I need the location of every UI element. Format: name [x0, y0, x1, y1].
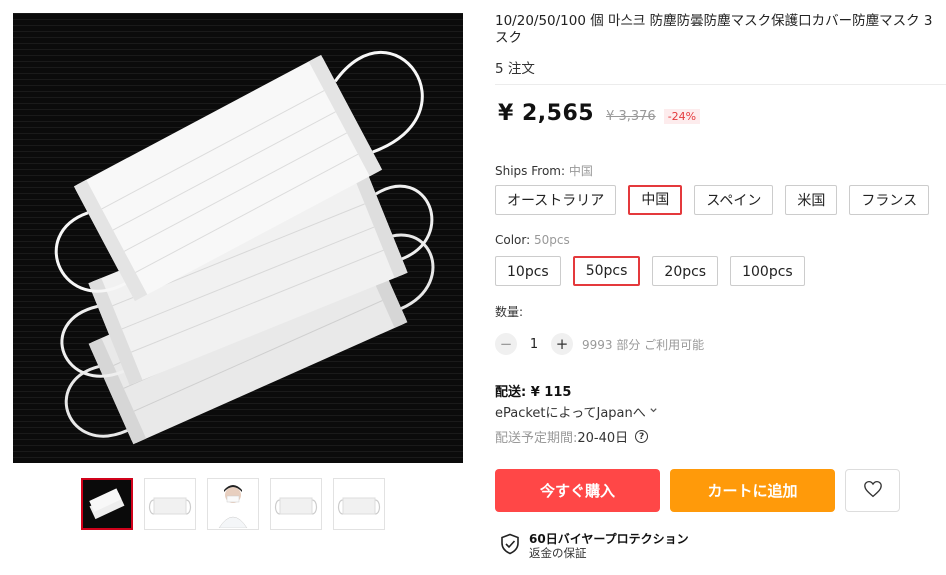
main-product-image[interactable]: [13, 13, 463, 463]
quantity-label: 数量:: [495, 305, 524, 319]
thumbnail-3[interactable]: [207, 478, 259, 530]
ships-from-label-text: Ships From:: [495, 164, 566, 178]
ships-from-option[interactable]: フランス: [849, 185, 930, 215]
quantity-stepper: − 1 + 9993 部分 ご利用可能: [495, 333, 704, 355]
color-option[interactable]: 50pcs: [572, 256, 641, 286]
thumbnail-5[interactable]: [333, 478, 385, 530]
original-price: ¥ 3,376: [606, 109, 656, 124]
ships-from-options: オーストラリア 中国 スペイン 米国 フランス: [495, 185, 930, 215]
ships-from-label: Ships From: 中国: [495, 162, 593, 179]
current-price: ¥ 2,565: [498, 101, 595, 126]
thumbnail-strip: [81, 478, 385, 530]
shipping-fee: 配送: ¥ 115: [495, 385, 572, 400]
color-option[interactable]: 10pcs: [495, 256, 561, 286]
heart-icon: [863, 480, 883, 502]
color-selected-value: 50pcs: [534, 233, 570, 247]
order-count: 5 注文: [495, 61, 535, 77]
thumbnail-2[interactable]: [144, 478, 196, 530]
shipping-method[interactable]: ePacketによってJapanへ: [495, 402, 658, 421]
color-option[interactable]: 20pcs: [652, 256, 719, 286]
quantity-increase-button[interactable]: +: [551, 333, 573, 355]
shield-check-icon: [500, 533, 520, 559]
help-icon[interactable]: ?: [635, 430, 649, 443]
price-row: ¥ 2,565 ¥ 3,376 -24%: [498, 101, 701, 126]
thumbnail-4[interactable]: [270, 478, 322, 530]
quantity-value[interactable]: 1: [517, 337, 551, 352]
color-options: 10pcs 50pcs 20pcs 100pcs: [495, 256, 805, 286]
discount-badge: -24%: [663, 109, 701, 124]
divider: [495, 84, 946, 85]
ships-from-option[interactable]: オーストラリア: [495, 185, 617, 215]
wishlist-button[interactable]: [845, 469, 900, 512]
chevron-down-icon: [649, 404, 658, 419]
ships-from-selected-value: 中国: [568, 164, 593, 178]
add-to-cart-button[interactable]: カートに追加: [670, 469, 835, 512]
protection-subtitle: 返金の保証: [529, 546, 587, 560]
available-stock: 9993 部分 ご利用可能: [582, 337, 705, 352]
quantity-decrease-button[interactable]: −: [495, 333, 517, 355]
color-option[interactable]: 100pcs: [730, 256, 805, 286]
buyer-protection: 60日バイヤープロテクション 返金の保証: [500, 532, 689, 560]
delivery-estimate: 配送予定期間: 20-40日 ?: [495, 427, 649, 446]
ships-from-option[interactable]: 米国: [785, 185, 838, 215]
delivery-estimate-label: 配送予定期間:: [495, 431, 578, 446]
ships-from-option[interactable]: 中国: [628, 185, 683, 215]
delivery-estimate-value: 20-40日: [577, 431, 629, 446]
product-title: 10/20/50/100 個 마스크 防塵防曇防塵マスク保護口カバー防塵マスク …: [495, 13, 933, 46]
shipping-method-text[interactable]: ePacketによってJapanへ: [495, 402, 646, 421]
buy-now-button[interactable]: 今すぐ購入: [495, 469, 660, 512]
color-label-text: Color:: [495, 233, 531, 247]
ships-from-option[interactable]: スペイン: [694, 185, 774, 215]
color-label: Color: 50pcs: [495, 233, 570, 247]
protection-title: 60日バイヤープロテクション: [529, 532, 689, 546]
thumbnail-1[interactable]: [81, 478, 133, 530]
